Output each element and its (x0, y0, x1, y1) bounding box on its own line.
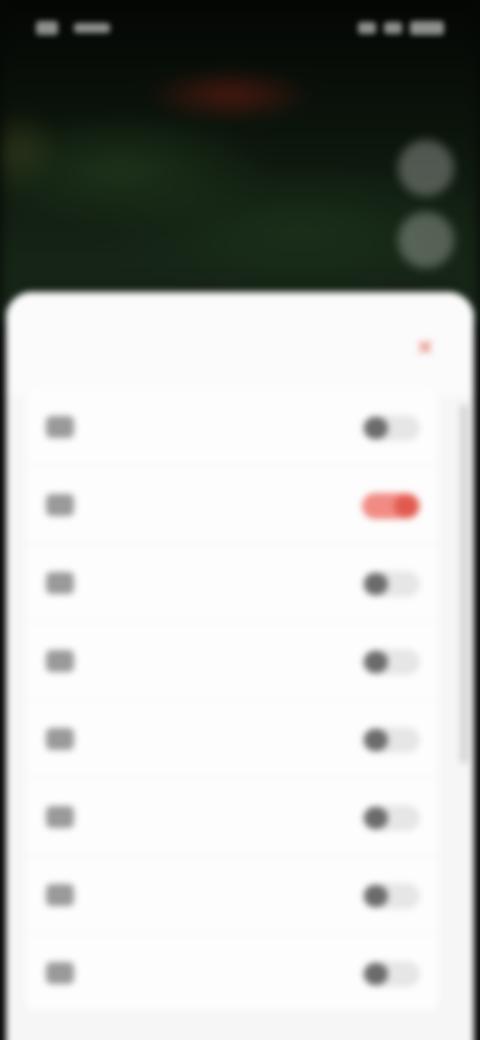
side-action-button-1[interactable] (398, 140, 454, 196)
settings-row[interactable] (26, 544, 438, 622)
settings-item-icon (46, 571, 74, 594)
toggle-knob (364, 729, 388, 751)
status-bar (0, 0, 480, 56)
status-left (36, 21, 110, 35)
settings-row[interactable] (26, 466, 438, 544)
settings-list (26, 388, 438, 1012)
settings-row[interactable] (26, 934, 438, 1012)
toggle-switch[interactable] (362, 649, 420, 675)
status-text-block (74, 23, 110, 33)
toggle-knob (364, 885, 388, 907)
settings-row[interactable] (26, 856, 438, 934)
toggle-switch[interactable] (362, 961, 420, 987)
close-button[interactable]: ✕ (410, 335, 440, 360)
settings-item-icon (46, 493, 74, 516)
status-right (358, 21, 444, 35)
settings-item-icon (46, 883, 74, 906)
settings-item-icon (46, 961, 74, 984)
scrollbar[interactable] (460, 404, 468, 764)
settings-item-icon (46, 649, 74, 672)
settings-item-icon (46, 727, 74, 750)
toggle-switch[interactable] (362, 883, 420, 909)
signal-icon (358, 22, 376, 34)
toggle-knob (364, 417, 388, 439)
toggle-knob (364, 963, 388, 985)
side-action-button-2[interactable] (398, 212, 454, 268)
toggle-switch[interactable] (362, 727, 420, 753)
status-icon (36, 21, 58, 35)
screen: ✕ (0, 0, 480, 1040)
settings-item-icon (46, 415, 74, 438)
toggle-switch[interactable] (362, 415, 420, 441)
settings-row[interactable] (26, 778, 438, 856)
toggle-switch[interactable] (362, 493, 420, 519)
battery-icon (410, 21, 444, 35)
wifi-icon (384, 22, 402, 34)
sheet-header: ✕ (6, 292, 474, 396)
settings-row[interactable] (26, 622, 438, 700)
toggle-switch[interactable] (362, 805, 420, 831)
settings-row[interactable] (26, 700, 438, 778)
settings-row[interactable] (26, 388, 438, 466)
toggle-switch[interactable] (362, 571, 420, 597)
close-icon: ✕ (415, 335, 435, 360)
toggle-knob (364, 651, 388, 673)
toggle-knob (394, 495, 418, 517)
settings-item-icon (46, 805, 74, 828)
toggle-knob (364, 807, 388, 829)
toggle-knob (364, 573, 388, 595)
settings-sheet: ✕ (6, 292, 474, 1040)
